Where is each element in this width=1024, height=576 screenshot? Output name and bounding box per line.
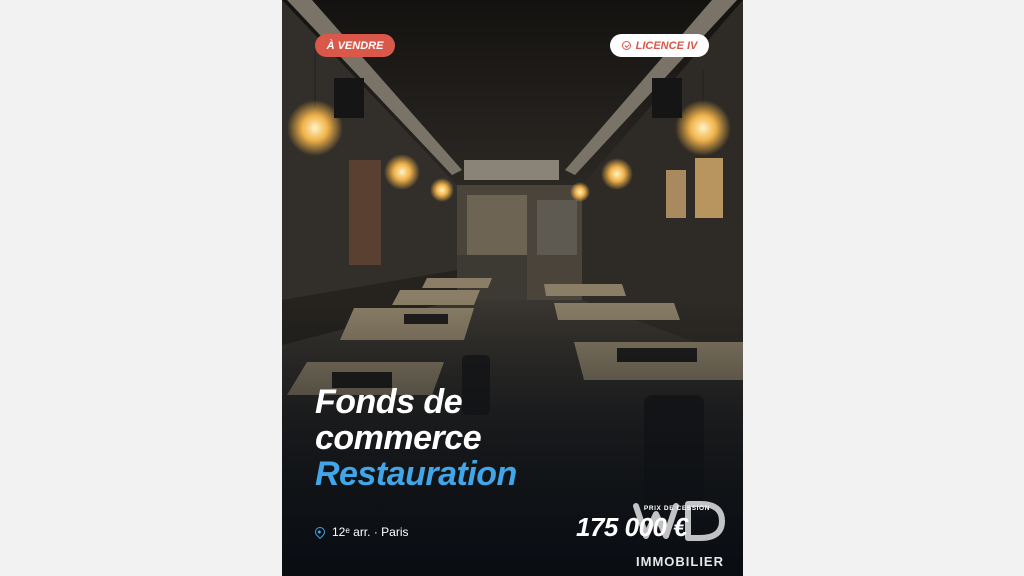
listing-title: Fonds de commerce Restauration (315, 384, 517, 492)
price-label: PRIX DE CESSION (643, 505, 710, 512)
for-sale-badge-label: À VENDRE (326, 39, 384, 52)
licence-badge: LICENCE IV (610, 34, 709, 57)
licence-badge-label: LICENCE IV (635, 39, 698, 52)
check-circle-icon (621, 41, 631, 50)
for-sale-badge: À VENDRE (315, 34, 395, 57)
price-value: 175 000 € (576, 512, 688, 542)
brand-name: IMMOBILIER (636, 554, 724, 569)
title-line-2: commerce (315, 419, 482, 457)
listing-card: À VENDRE LICENCE IV Fonds de commerce Re… (282, 0, 743, 576)
title-line-3: Restauration (315, 455, 517, 493)
location: 12ᵉ arr. · Paris (312, 524, 409, 540)
location-text: 12ᵉ arr. · Paris (332, 525, 409, 539)
title-line-1: Fonds de (315, 383, 463, 421)
map-pin-icon (312, 524, 328, 540)
